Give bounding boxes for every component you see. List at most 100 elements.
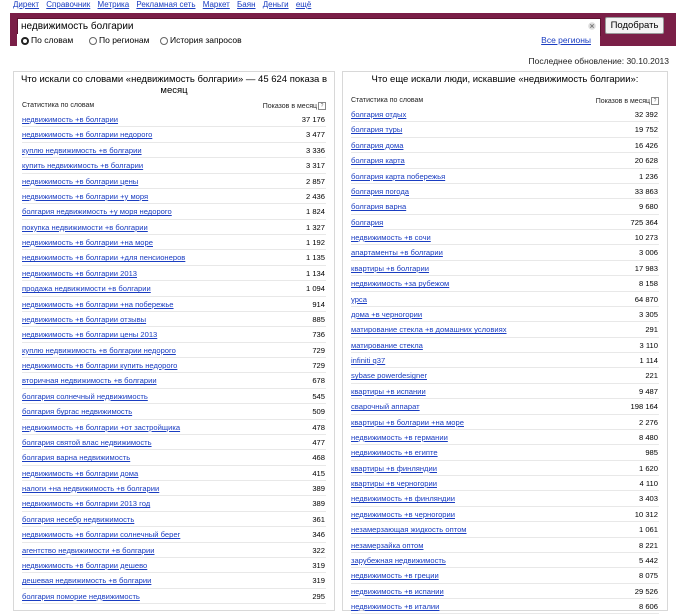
nav-link-money[interactable]: Деньги: [263, 0, 289, 9]
query-link[interactable]: недвижимость +в египте: [351, 448, 438, 457]
query-link[interactable]: болгария святой влас недвижимость: [22, 438, 152, 447]
shows-count: 509: [312, 407, 325, 417]
query-link[interactable]: недвижимость +в болгарии солнечный берег: [22, 530, 180, 539]
query-link[interactable]: покупка недвижимости +в болгарии: [22, 223, 148, 232]
query-link[interactable]: апартаменты +в болгарии: [351, 248, 443, 257]
query-link[interactable]: квартиры +в болгарии +на море: [351, 418, 464, 427]
radio-by-words[interactable]: По словам: [21, 35, 73, 45]
query-link[interactable]: недвижимость +в болгарии: [22, 115, 118, 124]
query-link[interactable]: недвижимость +в черногории: [351, 510, 455, 519]
radio-query-history[interactable]: История запросов: [160, 35, 242, 45]
query-link[interactable]: недвижимость +в германии: [351, 433, 448, 442]
left-col-words-header: Статистика по словам: [22, 102, 95, 109]
table-row: недвижимость +в болгарии 2013 1 134: [22, 266, 326, 282]
query-link[interactable]: болгария туры: [351, 125, 402, 134]
query-link[interactable]: квартиры +в финляндии: [351, 464, 437, 473]
query-link[interactable]: болгария: [351, 218, 383, 227]
query-link[interactable]: недвижимость +в болгарии дешево: [22, 561, 147, 570]
query-link[interactable]: незамерзайка оптом: [351, 541, 423, 550]
query-link[interactable]: зарубежная недвижимость: [351, 556, 446, 565]
query-link[interactable]: болгария погода: [351, 187, 409, 196]
table-row: недвижимость +в болгарии +на побережье 91…: [22, 297, 326, 312]
query-link[interactable]: болгария солнечный недвижимость: [22, 392, 148, 401]
query-link[interactable]: sybase powerdesigner: [351, 371, 427, 380]
query-link[interactable]: купить недвижимость +в болгарии: [22, 161, 143, 170]
query-link[interactable]: квартиры +в болгарии: [351, 264, 429, 273]
query-link[interactable]: недвижимость +в сочи: [351, 233, 431, 242]
query-link[interactable]: болгария недвижимость +у моря недорого: [22, 207, 172, 216]
table-row: болгария варна недвижимость 468: [22, 450, 326, 466]
table-row: недвижимость +в болгарии недорого 3 477: [22, 127, 326, 143]
query-link[interactable]: болгария дома: [351, 141, 403, 150]
query-link[interactable]: болгария бургас недвижимость: [22, 407, 132, 416]
shows-count: 1 327: [305, 222, 325, 232]
shows-count: 729: [312, 361, 325, 370]
nav-link-reference[interactable]: Справочник: [46, 0, 90, 9]
query-link[interactable]: вторичная недвижимость +в болгарии: [22, 376, 157, 385]
query-link[interactable]: квартиры +в испании: [351, 387, 426, 396]
all-regions-link[interactable]: Все регионы: [541, 35, 591, 45]
nav-link-more[interactable]: ещё: [296, 0, 311, 9]
query-link[interactable]: infiniti q37: [351, 356, 385, 365]
query-link[interactable]: недвижимость +в италии: [351, 602, 439, 611]
query-link[interactable]: незамерзающая жидкость оптом: [351, 525, 467, 534]
query-link[interactable]: недвижимость +в болгарии отзывы: [22, 315, 146, 324]
query-link[interactable]: налоги +на недвижимость +в болгарии: [22, 484, 159, 493]
nav-link-ad-network[interactable]: Рекламная сеть: [136, 0, 195, 9]
query-link[interactable]: куплю недвижимость +в болгарии: [22, 146, 142, 155]
table-row: недвижимость +в болгарии цены 2013 736: [22, 327, 326, 343]
help-icon[interactable]: ?: [651, 97, 659, 105]
query-link[interactable]: недвижимость +в греции: [351, 571, 439, 580]
query-link[interactable]: болгария отдых: [351, 110, 406, 119]
nav-link-metrika[interactable]: Метрика: [98, 0, 130, 9]
query-link[interactable]: куплю недвижимость +в болгарии недорого: [22, 346, 176, 355]
query-link[interactable]: квартиры +в черногории: [351, 479, 437, 488]
query-link[interactable]: недвижимость +в болгарии +у моря: [22, 192, 148, 201]
query-link[interactable]: урса: [351, 295, 367, 304]
query-link[interactable]: дома +в черногории: [351, 310, 422, 319]
shows-count: 2 857: [305, 176, 325, 186]
nav-link-bayan[interactable]: Баян: [237, 0, 255, 9]
query-link[interactable]: дешевая недвижимость +в болгарии: [22, 576, 151, 585]
shows-count: 3 110: [639, 340, 658, 350]
table-row: недвижимость +в финляндии 3 403: [351, 491, 659, 507]
query-link[interactable]: недвижимость +в болгарии дома: [22, 469, 138, 478]
shows-count: 415: [312, 468, 325, 478]
query-link[interactable]: недвижимость +в болгарии +на побережье: [22, 300, 174, 309]
query-link[interactable]: болгария карта побережья: [351, 172, 445, 181]
shows-count: 1 094: [305, 284, 325, 294]
clear-icon[interactable]: [588, 22, 596, 30]
query-link[interactable]: недвижимость +в болгарии 2013: [22, 269, 137, 278]
query-link[interactable]: матирование стекла +в домашних условиях: [351, 325, 507, 334]
radio-unselected-icon: [160, 37, 168, 45]
query-link[interactable]: недвижимость +в финляндии: [351, 494, 455, 503]
query-link[interactable]: сварочный аппарат: [351, 402, 420, 411]
help-icon[interactable]: ?: [318, 102, 326, 110]
query-link[interactable]: недвижимость +в болгарии цены: [22, 177, 138, 186]
query-link[interactable]: недвижимость +в болгарии 2013 год: [22, 499, 150, 508]
left-panel-title: Что искали со словами «недвижимость болг…: [20, 74, 328, 96]
query-link[interactable]: недвижимость +в испании: [351, 587, 444, 596]
radio-by-regions[interactable]: По регионам: [89, 35, 150, 45]
shows-count: 736: [312, 330, 325, 340]
query-link[interactable]: недвижимость +в болгарии недорого: [22, 130, 152, 139]
submit-button[interactable]: Подобрать: [605, 17, 664, 34]
query-link[interactable]: болгария несебр недвижимость: [22, 515, 134, 524]
query-link[interactable]: недвижимость +в болгарии купить недорого: [22, 361, 177, 370]
query-link[interactable]: болгария варна недвижимость: [22, 453, 130, 462]
shows-count: 1 134: [305, 268, 325, 278]
search-input[interactable]: [21, 20, 581, 33]
query-link[interactable]: болгария варна: [351, 202, 406, 211]
query-link[interactable]: недвижимость +в болгарии +для пенсионеро…: [22, 253, 185, 262]
query-link[interactable]: болгария карта: [351, 156, 405, 165]
query-link[interactable]: продажа недвижимости +в болгарии: [22, 284, 151, 293]
nav-link-market[interactable]: Маркет: [203, 0, 230, 9]
query-link[interactable]: недвижимость +в болгарии +от застройщика: [22, 423, 180, 432]
query-link[interactable]: недвижимость +в болгарии +на море: [22, 238, 153, 247]
query-link[interactable]: болгария поморие недвижимость: [22, 592, 140, 601]
query-link[interactable]: недвижимость +в болгарии цены 2013: [22, 330, 157, 339]
query-link[interactable]: матирование стекла: [351, 341, 423, 350]
nav-link-direct[interactable]: Директ: [13, 0, 39, 9]
query-link[interactable]: недвижимость +за рубежом: [351, 279, 449, 288]
query-link[interactable]: агентство недвижимости +в болгарии: [22, 546, 155, 555]
